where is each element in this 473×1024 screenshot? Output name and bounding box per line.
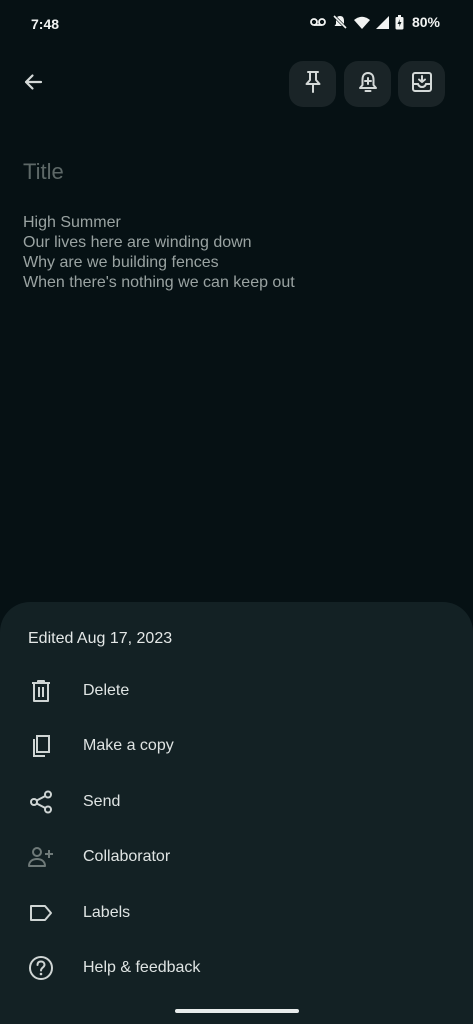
back-arrow-icon bbox=[23, 72, 43, 97]
help-icon bbox=[28, 955, 54, 981]
menu-item-label: Collaborator bbox=[83, 848, 171, 865]
copy-icon bbox=[28, 733, 54, 759]
note-line: When there's nothing we can keep out bbox=[23, 274, 295, 291]
menu-item-delete[interactable]: Delete bbox=[0, 666, 473, 716]
status-time: 7:48 bbox=[31, 16, 60, 32]
add-reminder-icon bbox=[357, 70, 379, 99]
menu-item-collaborator[interactable]: Collaborator bbox=[0, 832, 473, 882]
menu-item-label: Help & feedback bbox=[83, 959, 201, 976]
note-options-sheet: Edited Aug 17, 2023 Delete Make a copy S… bbox=[0, 602, 473, 1024]
label-icon bbox=[28, 900, 54, 926]
pin-button[interactable] bbox=[289, 61, 336, 107]
menu-item-help-feedback[interactable]: Help & feedback bbox=[0, 943, 473, 993]
note-body-text[interactable]: High Summer Our lives here are winding d… bbox=[23, 213, 295, 293]
menu-item-label: Make a copy bbox=[83, 737, 174, 754]
back-button[interactable] bbox=[18, 66, 48, 102]
edited-timestamp: Edited Aug 17, 2023 bbox=[28, 630, 173, 647]
menu-item-label: Labels bbox=[83, 904, 131, 921]
archive-button[interactable] bbox=[398, 61, 445, 107]
share-icon bbox=[28, 789, 54, 815]
battery-icon bbox=[395, 14, 404, 30]
menu-item-label: Send bbox=[83, 793, 121, 810]
add-reminder-button[interactable] bbox=[344, 61, 391, 107]
pin-icon bbox=[303, 70, 323, 99]
mute-icon bbox=[332, 14, 348, 30]
trash-icon bbox=[28, 678, 54, 704]
add-person-icon bbox=[28, 844, 54, 870]
note-title-input[interactable]: Title bbox=[23, 159, 64, 185]
menu-item-send[interactable]: Send bbox=[0, 777, 473, 827]
status-icons: 80% bbox=[310, 14, 440, 30]
home-indicator[interactable] bbox=[175, 1009, 299, 1013]
note-line: Why are we building fences bbox=[23, 254, 219, 271]
archive-icon bbox=[411, 71, 433, 98]
signal-icon bbox=[375, 15, 389, 29]
note-line: High Summer bbox=[23, 214, 121, 231]
wifi-icon bbox=[353, 16, 370, 29]
note-line: Our lives here are winding down bbox=[23, 234, 252, 251]
menu-item-make-a-copy[interactable]: Make a copy bbox=[0, 721, 473, 771]
voicemail-icon bbox=[310, 17, 326, 27]
menu-item-label: Delete bbox=[83, 682, 130, 699]
status-bar: 7:48 80% bbox=[0, 0, 473, 46]
note-toolbar bbox=[0, 60, 473, 108]
battery-percent: 80% bbox=[411, 14, 440, 30]
menu-item-labels[interactable]: Labels bbox=[0, 888, 473, 938]
